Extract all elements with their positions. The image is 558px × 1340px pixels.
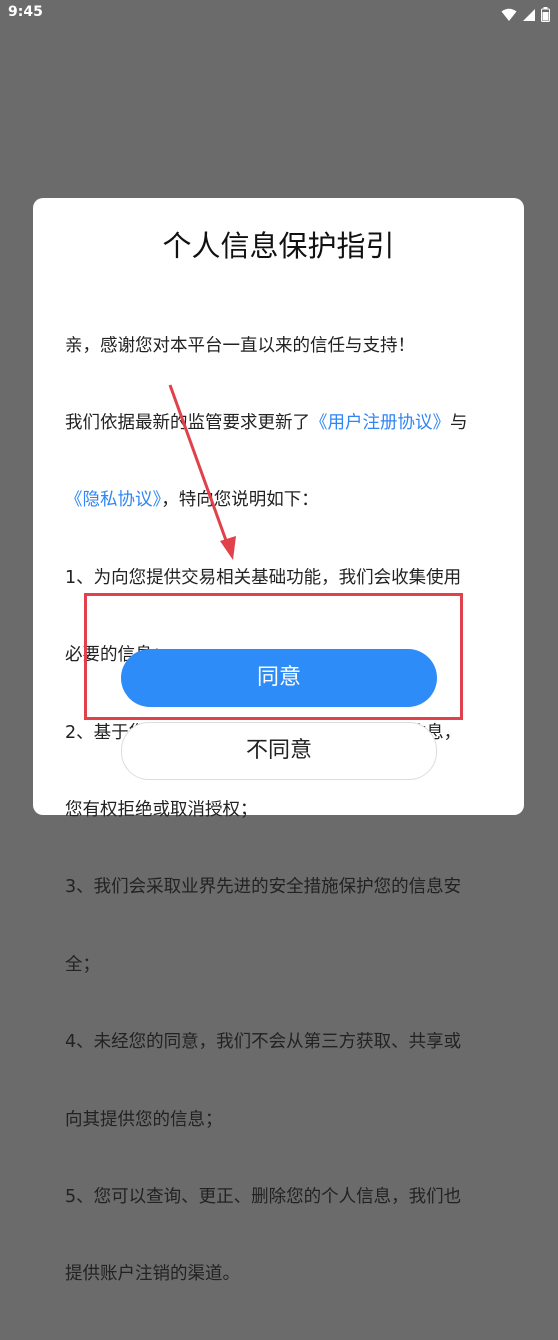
user-agreement-link[interactable]: 《用户注册协议》 (310, 413, 450, 433)
update-notice-line: 我们依据最新的监管要求更新了《用户注册协议》与 (65, 411, 501, 437)
item-1-line-a: 1、为向您提供交易相关基础功能，我们会收集使用 (65, 567, 462, 588)
status-time: 9:45 (8, 4, 43, 20)
privacy-dialog: 个人信息保护指引 亲，感谢您对本平台一直以来的信任与支持！ 我们依据最新的监管要… (33, 198, 524, 1284)
conjunction-text: 与 (450, 412, 468, 433)
item-3-line-b: 全； (65, 954, 100, 975)
item-5-line-b: 提供账户注销的渠道。 (65, 1264, 240, 1285)
status-bar: 9:45 (0, 0, 558, 26)
status-icons (501, 4, 550, 22)
agree-button[interactable]: 同意 (121, 649, 437, 707)
item-4-line-b: 向其提供您的信息； (65, 1109, 223, 1130)
item-4-line-a: 4、未经您的同意，我们不会从第三方获取、共享或 (65, 1032, 462, 1053)
item-3-line-a: 3、我们会采取业界先进的安全措施保护您的信息安 (65, 877, 462, 898)
greeting-line: 亲，感谢您对本平台一直以来的信任与支持！ (65, 335, 415, 356)
privacy-line: 《隐私协议》，特向您说明如下： (65, 488, 501, 514)
item-2-line-b: 您有权拒绝或取消授权； (65, 799, 258, 820)
explanation-text: ，特向您说明如下： (161, 490, 319, 511)
privacy-policy-link[interactable]: 《隐私协议》 (65, 490, 161, 510)
item-5-line-a: 5、您可以查询、更正、删除您的个人信息，我们也 (65, 1186, 462, 1207)
signal-icon (522, 8, 535, 21)
wifi-icon (501, 8, 517, 21)
disagree-button[interactable]: 不同意 (121, 722, 437, 780)
battery-icon (541, 7, 550, 22)
update-notice-text: 我们依据最新的监管要求更新了 (65, 412, 310, 433)
dialog-title: 个人信息保护指引 (162, 229, 395, 263)
dialog-body: 亲，感谢您对本平台一直以来的信任与支持！ 我们依据最新的监管要求更新了《用户注册… (65, 282, 501, 1340)
